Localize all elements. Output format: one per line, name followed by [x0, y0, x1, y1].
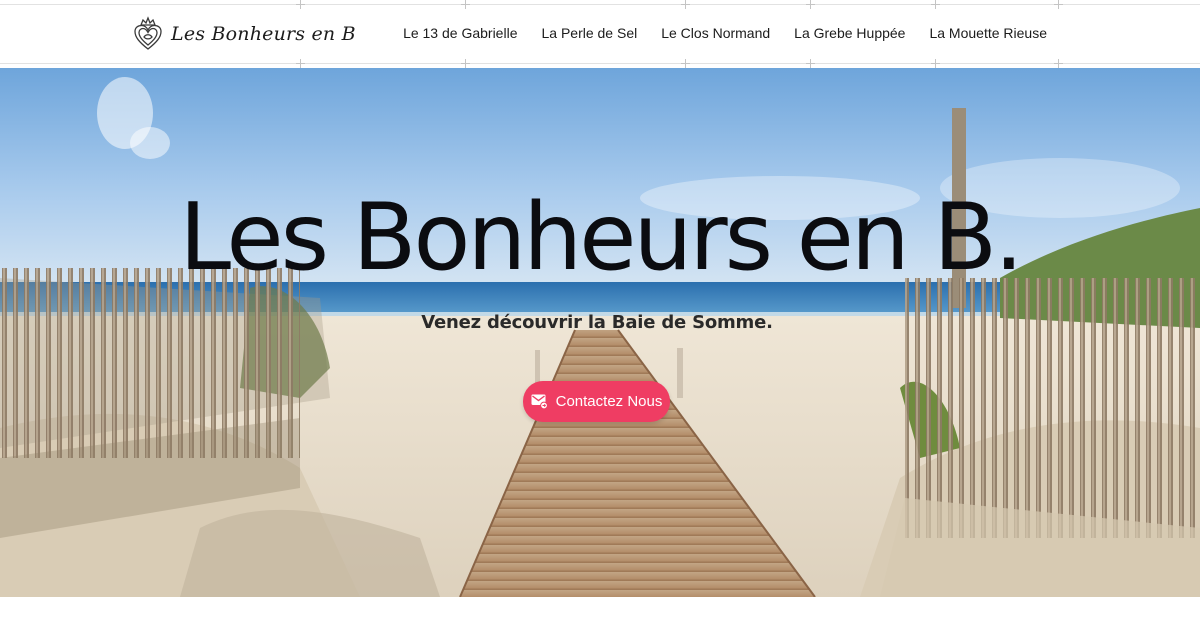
grid-cross-decoration — [461, 59, 470, 68]
grid-cross-decoration — [461, 0, 470, 9]
hero-subtitle: Venez découvrir la Baie de Somme. — [421, 312, 773, 333]
grid-cross-decoration — [681, 0, 690, 9]
grid-cross-decoration — [931, 0, 940, 9]
nav-item-le-13-de-gabrielle[interactable]: Le 13 de Gabrielle — [403, 22, 517, 44]
header-top-rule — [0, 4, 1200, 5]
brand-home-link[interactable]: Les Bonheurs en B — [134, 16, 356, 52]
nav-item-la-grebe-huppee[interactable]: La Grebe Huppée — [794, 22, 905, 44]
grid-cross-decoration — [681, 59, 690, 68]
grid-cross-decoration — [1054, 59, 1063, 68]
hero-section: Les Bonheurs en B. Venez découvrir la Ba… — [0, 68, 1200, 597]
heart-crown-logo-icon — [134, 16, 162, 52]
nav-item-la-perle-de-sel[interactable]: La Perle de Sel — [541, 22, 637, 44]
grid-cross-decoration — [806, 59, 815, 68]
grid-cross-decoration — [806, 0, 815, 9]
grid-cross-decoration — [296, 0, 305, 9]
main-nav: Le 13 de Gabrielle La Perle de Sel Le Cl… — [403, 22, 1047, 44]
grid-cross-decoration — [1054, 0, 1063, 9]
contact-button-label: Contactez Nous — [555, 393, 663, 410]
site-header: Les Bonheurs en B Le 13 de Gabrielle La … — [0, 0, 1200, 68]
grid-cross-decoration — [931, 59, 940, 68]
header-bottom-rule — [0, 63, 1200, 64]
grid-cross-decoration — [296, 59, 305, 68]
nav-item-le-clos-normand[interactable]: Le Clos Normand — [661, 22, 770, 44]
mail-icon — [531, 394, 548, 409]
hero-title: Les Bonheurs en B. — [179, 183, 1024, 291]
contact-button[interactable]: Contactez Nous — [523, 381, 670, 422]
nav-item-la-mouette-rieuse[interactable]: La Mouette Rieuse — [929, 22, 1047, 44]
brand-name: Les Bonheurs en B — [171, 23, 356, 45]
